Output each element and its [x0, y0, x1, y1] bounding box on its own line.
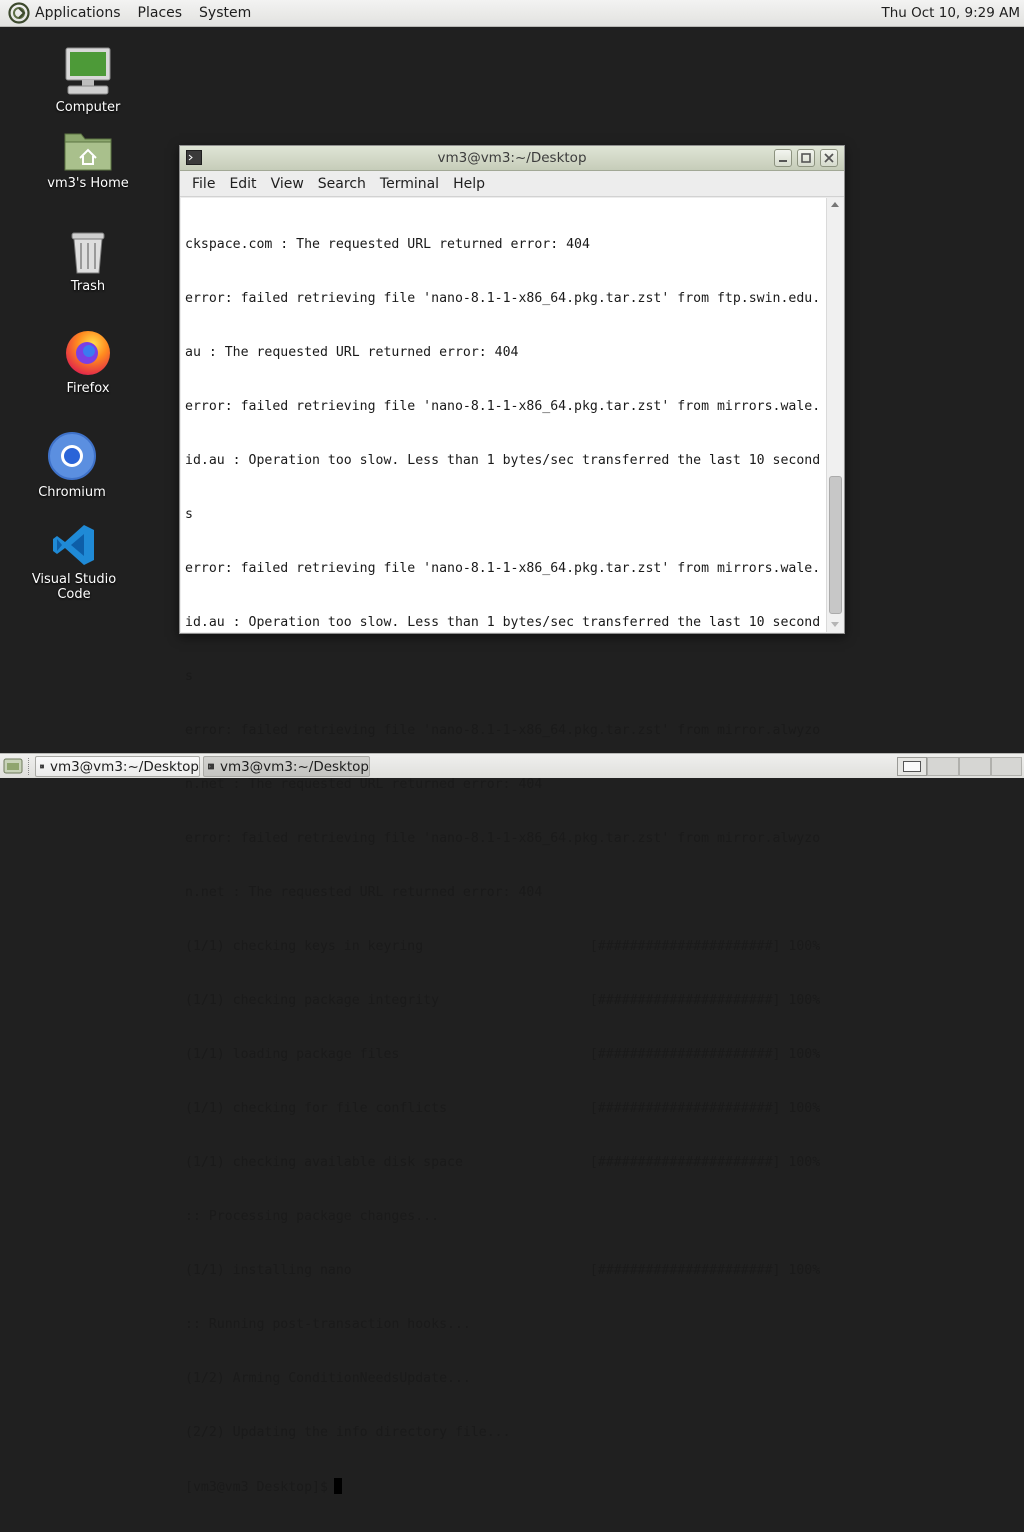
terminal-line: (1/1) checking for file conflicts [#####… [185, 1101, 821, 1116]
clock[interactable]: Thu Oct 10, 9:29 AM [881, 5, 1020, 21]
desktop-icon-label: Trash [70, 279, 106, 294]
panel-separator [28, 758, 30, 775]
terminal-line: (1/1) installing nano [#################… [185, 1263, 821, 1278]
places-menu[interactable]: Places [138, 5, 183, 21]
terminal-line: error: failed retrieving file 'nano-8.1-… [185, 399, 821, 414]
chromium-icon [48, 432, 96, 480]
window-menubar: File Edit View Search Terminal Help [180, 171, 844, 197]
desktop-icon-firefox[interactable]: Firefox [28, 327, 148, 396]
terminal-line: error: failed retrieving file 'nano-8.1-… [185, 561, 821, 576]
terminal-output: ckspace.com : The requested URL returned… [185, 200, 825, 1532]
terminal-line: s [185, 669, 193, 684]
desktop-icon-label: Visual Studio Code [31, 572, 117, 602]
taskbar-item-label: vm3@vm3:~/Desktop [219, 758, 369, 775]
vscode-icon [53, 525, 94, 565]
terminal-line: id.au : Operation too slow. Less than 1 … [185, 615, 821, 630]
desktop-icon-chromium[interactable]: Chromium [12, 431, 132, 500]
terminal-cursor [333, 1478, 342, 1494]
firefox-icon [66, 331, 110, 375]
scroll-down-arrow-icon[interactable] [831, 622, 839, 627]
terminal-line: (2/2) Updating the info directory file..… [185, 1425, 511, 1440]
menu-edit[interactable]: Edit [229, 176, 256, 192]
taskbar-item-label: vm3@vm3:~/Desktop [49, 758, 199, 775]
terminal-line: (1/2) Arming ConditionNeedsUpdate... [185, 1371, 471, 1386]
maximize-icon [801, 153, 811, 163]
minimize-icon [779, 160, 787, 162]
terminal-icon [208, 763, 214, 770]
show-desktop-icon[interactable] [3, 757, 23, 775]
top-panel: Applications Places System Thu Oct 10, 9… [0, 0, 1024, 27]
terminal-line: :: Processing package changes... [185, 1209, 440, 1224]
applications-menu[interactable]: Applications [35, 5, 121, 21]
desktop-icon-home[interactable]: vm3's Home [28, 128, 148, 191]
desktop-icon-label: Firefox [66, 381, 110, 396]
desktop-icon-label: Computer [55, 100, 121, 115]
terminal-line: n.net : The requested URL returned error… [185, 885, 543, 900]
terminal-line: error: failed retrieving file 'nano-8.1-… [185, 291, 821, 306]
workspace-switcher-1[interactable] [897, 757, 927, 776]
computer-icon [65, 47, 111, 95]
home-folder-icon [64, 133, 112, 171]
workspace-switcher-4[interactable] [991, 757, 1022, 776]
terminal-window[interactable]: vm3@vm3:~/Desktop File Edit View Search … [179, 145, 845, 1495]
menu-search[interactable]: Search [318, 176, 366, 192]
terminal-icon [40, 764, 44, 769]
terminal-line: s [185, 507, 193, 522]
system-menu[interactable]: System [199, 5, 251, 21]
desktop-icon-trash[interactable]: Trash [28, 229, 148, 294]
trash-icon [71, 232, 105, 274]
terminal-area[interactable]: ckspace.com : The requested URL returned… [181, 198, 843, 1495]
window-title: vm3@vm3:~/Desktop [437, 150, 587, 166]
minimize-button[interactable] [774, 149, 792, 167]
workspace-window-preview [903, 761, 921, 772]
terminal-line: ckspace.com : The requested URL returned… [185, 237, 590, 252]
menu-view[interactable]: View [271, 176, 304, 192]
terminal-line: (1/1) checking keys in keyring [########… [185, 939, 821, 954]
terminal-prompt: [vm3@vm3 Desktop]$ [185, 1480, 328, 1495]
terminal-scrollbar[interactable] [826, 198, 843, 632]
terminal-line: au : The requested URL returned error: 4… [185, 345, 519, 360]
terminal-line: :: Running post-transaction hooks... [185, 1317, 471, 1332]
menu-file[interactable]: File [192, 176, 215, 192]
close-icon [824, 153, 834, 163]
desktop-icon-vscode[interactable]: Visual Studio Code [14, 522, 134, 602]
terminal-line: (1/1) loading package files [###########… [185, 1047, 821, 1062]
maximize-button[interactable] [797, 149, 815, 167]
menu-terminal[interactable]: Terminal [380, 176, 439, 192]
terminal-line: n.net : The requested URL returned error… [185, 777, 543, 792]
workspace-switcher-2[interactable] [927, 757, 959, 776]
scroll-up-arrow-icon[interactable] [831, 202, 839, 207]
terminal-line: id.au : Operation too slow. Less than 1 … [185, 453, 821, 468]
close-button[interactable] [820, 149, 838, 167]
terminal-line: error: failed retrieving file 'nano-8.1-… [185, 723, 821, 738]
terminal-line: error: failed retrieving file 'nano-8.1-… [185, 831, 821, 846]
terminal-line: (1/1) checking package integrity [######… [185, 993, 821, 1008]
desktop-icon-computer[interactable]: Computer [28, 46, 148, 115]
taskbar-item[interactable]: vm3@vm3:~/Desktop [35, 756, 200, 777]
workspace-switcher-3[interactable] [959, 757, 991, 776]
desktop-icon-label: vm3's Home [47, 176, 129, 191]
terminal-line: (1/1) checking available disk space [###… [185, 1155, 821, 1170]
terminal-prompt-line[interactable]: [vm3@vm3 Desktop]$ [185, 1478, 825, 1496]
taskbar-item-active[interactable]: vm3@vm3:~/Desktop [203, 756, 370, 777]
window-titlebar[interactable]: vm3@vm3:~/Desktop [180, 146, 844, 171]
menu-help[interactable]: Help [453, 176, 485, 192]
distro-logo-icon[interactable] [8, 2, 30, 24]
bottom-panel: vm3@vm3:~/Desktop vm3@vm3:~/Desktop [0, 753, 1024, 778]
desktop-icon-label: Chromium [38, 485, 106, 500]
scrollbar-thumb[interactable] [829, 476, 842, 614]
